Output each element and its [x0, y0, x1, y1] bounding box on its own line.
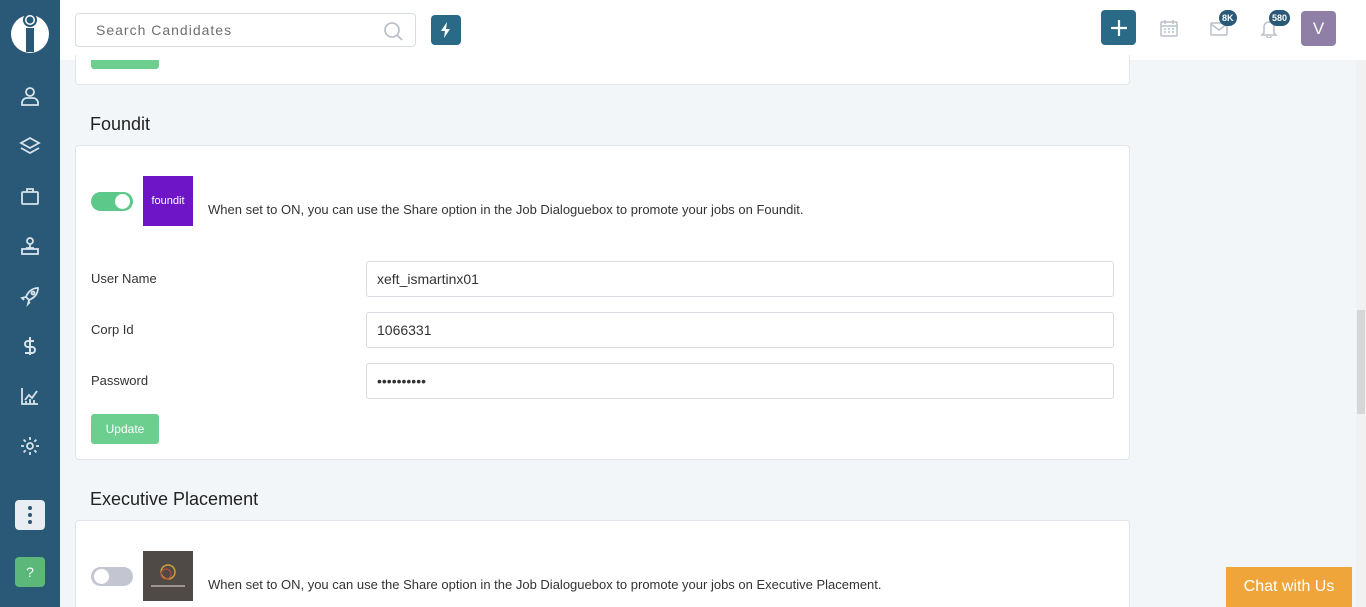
foundit-card: [75, 145, 1130, 460]
foundit-description: When set to ON, you can use the Share op…: [208, 202, 804, 217]
executive-placement-description: When set to ON, you can use the Share op…: [208, 577, 882, 592]
settings-gear-icon[interactable]: [15, 431, 45, 461]
password-input[interactable]: [367, 364, 1113, 398]
corp-id-input[interactable]: [367, 313, 1113, 347]
corp-id-field[interactable]: [366, 312, 1114, 348]
notification-bell-icon[interactable]: 580: [1257, 10, 1291, 40]
analytics-chart-icon[interactable]: [15, 381, 45, 411]
username-label: User Name: [91, 271, 157, 286]
sidebar: ?: [0, 0, 60, 607]
executive-placement-section-title: Executive Placement: [90, 489, 259, 509]
dollar-icon[interactable]: [15, 331, 45, 361]
plus-icon: [1110, 19, 1127, 36]
foundit-enable-toggle[interactable]: [91, 192, 133, 211]
username-field[interactable]: [366, 261, 1114, 297]
page-scrollbar[interactable]: [1356, 60, 1366, 607]
bolt-icon: [441, 22, 450, 38]
jobs-briefcase-icon[interactable]: [15, 181, 45, 211]
notification-count-badge: 580: [1269, 10, 1291, 26]
contacts-icon[interactable]: [15, 231, 45, 261]
search-input[interactable]: [96, 14, 376, 46]
more-options-button[interactable]: [15, 500, 45, 530]
mail-icon[interactable]: 8K: [1207, 10, 1237, 40]
previous-integration-card: [75, 55, 1130, 85]
calendar-icon[interactable]: [1157, 16, 1181, 40]
executive-placement-enable-toggle[interactable]: [91, 567, 133, 586]
dot: [28, 513, 32, 517]
username-input[interactable]: [367, 262, 1113, 296]
corp-id-label: Corp Id: [91, 322, 134, 337]
quick-actions-bolt-button[interactable]: [431, 15, 461, 45]
scrollbar-thumb[interactable]: [1357, 310, 1365, 414]
foundit-section-title: Foundit: [90, 114, 151, 134]
search-box[interactable]: [75, 13, 416, 47]
candidates-icon[interactable]: [15, 81, 45, 111]
executive-placement-card: [75, 520, 1130, 607]
rocket-icon[interactable]: [15, 281, 45, 311]
layers-icon[interactable]: [15, 131, 45, 161]
mail-count-badge: 8K: [1219, 10, 1237, 26]
toggle-knob: [94, 569, 109, 584]
dot: [28, 520, 32, 524]
previous-update-button[interactable]: [91, 60, 159, 69]
executive-placement-logo: [143, 551, 193, 601]
top-header: 8K 580 V: [60, 0, 1366, 60]
chat-with-us-button[interactable]: Chat with Us: [1226, 567, 1352, 607]
foundit-update-button[interactable]: Update: [91, 414, 159, 444]
toggle-knob: [115, 194, 130, 209]
dot: [28, 506, 32, 510]
help-button[interactable]: ?: [15, 557, 45, 587]
foundit-logo-text: foundit: [151, 195, 185, 207]
password-label: Password: [91, 373, 149, 388]
app-logo[interactable]: [9, 10, 51, 56]
add-new-button[interactable]: [1101, 10, 1136, 45]
user-avatar[interactable]: V: [1301, 11, 1336, 46]
foundit-logo: foundit: [143, 176, 193, 226]
password-field[interactable]: [366, 363, 1114, 399]
search-icon[interactable]: [383, 21, 403, 46]
